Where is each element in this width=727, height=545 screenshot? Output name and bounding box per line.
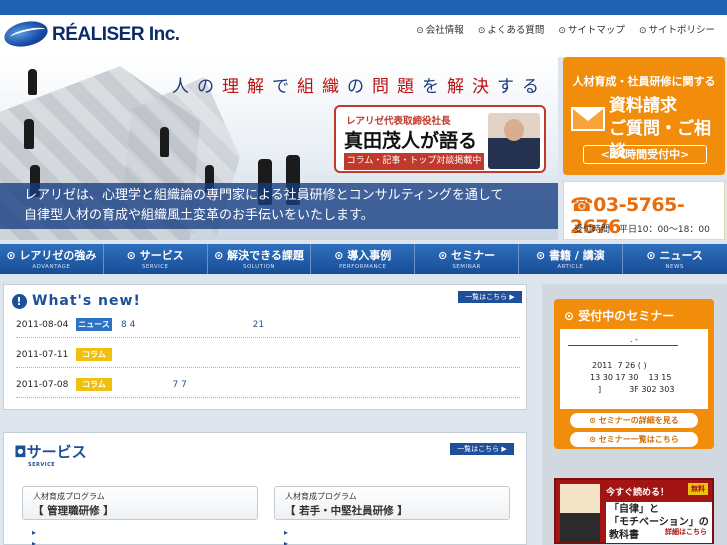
exclamation-icon: ! [12,294,27,309]
services-title: ◘サービス SERVICE [14,443,87,468]
person-figure [24,119,34,149]
service-card-young[interactable]: 人材育成プログラム 【 若手・中堅社員研修 】 [274,486,510,520]
hero-banner: 人の理解で組織の問題を解決する レアリゼ代表取締役社長 真田茂人が語る コラム・… [0,57,558,240]
hero-description-line-1: レアリゼは、心理学と組織論の専門家による社員研修とコンサルティングを通して [24,188,504,203]
seminar-box: ⊙ 受付中のセミナー . - 2011 7 26 ( ) 13 30 17 30… [554,299,714,449]
top-link-company[interactable]: 会社情報 [416,22,464,36]
services-more-button[interactable]: 一覧はこちら ▶ [450,443,514,455]
inquiry-hours: <24時間受付中> [583,145,707,164]
news-row[interactable]: 2011-07-08 コラム 7 7 [16,373,520,398]
news-row[interactable]: 2011-08-04 ニュース 8 4 21 [16,313,520,338]
news-more-button[interactable]: 一覧はこちら ▶ [458,291,522,303]
person-figure [160,127,169,157]
arrow-icon: ▸ [284,539,289,545]
sidebar: ⊙ 受付中のセミナー . - 2011 7 26 ( ) 13 30 17 30… [542,284,727,545]
column-badge: コラム [76,348,112,361]
book-banner[interactable]: 今すぐ読める！ 無料 「自律」と 「モチベーション」の 教科書 詳細はこちら [554,478,714,544]
inquiry-banner[interactable]: 人材育成・社員研修に関する 資料請求 ご質問・ご相談 <24時間受付中> [563,57,725,175]
hero-description-line-2: 自律型人材の育成や組織風土変革のお手伝いをいたします。 [24,208,374,223]
phone-hours: 受付時間 平日10：00～18：00 [574,225,710,235]
seminar-info: . - 2011 7 26 ( ) 13 30 17 30 13 15 ] 3F… [560,329,708,409]
nav-solution[interactable]: 解決できる課題SOLUTION [208,244,312,274]
main-nav: レアリゼの強みADVANTAGE サービスSERVICE 解決できる課題SOLU… [0,244,727,274]
nav-seminar[interactable]: セミナーSEMINAR [415,244,519,274]
top-link-policy[interactable]: サイトポリシー [639,22,715,36]
ceo-photo [488,113,540,169]
services-panel: ◘サービス SERVICE 一覧はこちら ▶ 人材育成プログラム 【 管理職研修 … [3,432,527,545]
nav-performance[interactable]: 導入事例PERFORMANCE [311,244,416,274]
hero-tagline: 人の理解で組織の問題を解決する [172,77,547,97]
arrow-icon: ▸ [284,528,289,537]
news-panel: ! What's new! 一覧はこちら ▶ 2011-08-04 ニュース 8 … [3,284,527,410]
book-cover-image [560,484,600,542]
ceo-note: コラム・記事・トップ対談掲載中 [344,153,484,170]
logo-text[interactable]: RÉALISER Inc. [52,24,180,46]
hero-description: レアリゼは、心理学と組織論の専門家による社員研修とコンサルティングを通して 自律… [0,183,558,229]
ceo-subtitle: レアリゼ代表取締役社長 [346,116,451,127]
service-card-management[interactable]: 人材育成プログラム 【 管理職研修 】 [22,486,258,520]
news-title: ! What's new! [12,293,141,309]
nav-service[interactable]: サービスSERVICE [104,244,208,274]
ceo-banner[interactable]: レアリゼ代表取締役社長 真田茂人が語る コラム・記事・トップ対談掲載中 [334,105,546,173]
person-figure [28,69,37,95]
seminar-list-button[interactable]: セミナー一覧はこちら [570,432,698,447]
site-header: RÉALISER Inc. 会社情報 よくある質問 サイトマップ サイトポリシー [0,15,727,57]
seminar-title: ⊙ 受付中のセミナー [564,309,675,323]
nav-news[interactable]: ニュースNEWS [623,244,727,274]
envelope-icon [571,107,605,131]
nav-article[interactable]: 書籍 / 講演ARTICLE [519,244,623,274]
book-kicker: 今すぐ読める！ [606,488,670,498]
book-detail-button[interactable]: 詳細はこちら [664,527,708,538]
arrow-icon: ▸ [32,539,37,545]
inquiry-kicker: 人材育成・社員研修に関する [572,75,716,88]
news-badge: ニュース [76,318,112,331]
free-badge: 無料 [688,483,708,495]
top-link-faq[interactable]: よくある質問 [478,22,544,36]
nav-advantage[interactable]: レアリゼの強みADVANTAGE [0,244,104,274]
top-stripe [0,0,727,15]
column-badge: コラム [76,378,112,391]
top-link-sitemap[interactable]: サイトマップ [558,22,625,36]
ceo-title: 真田茂人が語る [344,130,478,152]
news-row[interactable]: 2011-07-11 コラム [16,343,520,368]
phone-box: ☎03-5765-2676 受付時間 平日10：00～18：00 [563,181,725,240]
top-links: 会社情報 よくある質問 サイトマップ サイトポリシー [416,22,715,36]
seminar-detail-button[interactable]: セミナーの詳細を見る [570,413,698,428]
arrow-icon: ▸ [32,528,37,537]
